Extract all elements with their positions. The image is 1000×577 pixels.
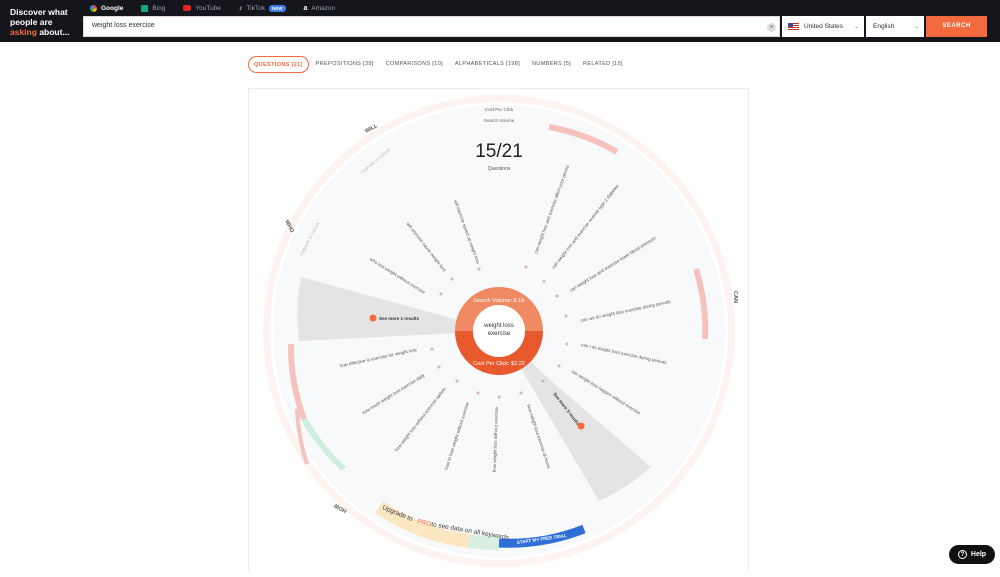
- questions-count: 15/21: [475, 141, 523, 162]
- brand-tagline[interactable]: Discover what people are asking about...: [10, 7, 78, 37]
- tab-numbers[interactable]: NUMBERS [5]: [527, 56, 576, 73]
- legend-cost-per-click: Cost Per Click: [485, 107, 514, 112]
- engine-tiktok[interactable]: ♪ TikTok NEW: [237, 2, 288, 14]
- language-select[interactable]: English ⌄: [866, 16, 924, 37]
- search-button[interactable]: SEARCH: [926, 16, 987, 37]
- engine-google[interactable]: Google: [88, 2, 125, 14]
- engine-bing-label: Bing: [152, 4, 166, 12]
- language-select-value: English: [873, 23, 895, 30]
- legend-search-volume: Search Volume: [484, 118, 515, 123]
- question-mark-icon: ?: [957, 550, 967, 559]
- engine-google-label: Google: [101, 4, 124, 12]
- tiktok-icon: ♪: [238, 4, 243, 12]
- help-button[interactable]: ? Help: [949, 545, 995, 564]
- tab-questions[interactable]: QUESTIONS [21]: [248, 56, 309, 73]
- engine-bing[interactable]: Bing: [139, 2, 167, 14]
- tab-related[interactable]: RELATED [15]: [578, 56, 628, 73]
- center-term-line-2: exercise: [488, 331, 511, 337]
- youtube-icon: [183, 5, 192, 11]
- brand-line-1: Discover what: [10, 7, 68, 17]
- search-input-value: weight loss exercise: [92, 22, 155, 29]
- engine-tiktok-label: TikTok: [246, 4, 265, 12]
- google-icon: [90, 4, 97, 12]
- see-more-icon: [369, 314, 377, 322]
- engine-amazon-label: Amazon: [311, 4, 336, 12]
- new-badge: NEW: [269, 4, 286, 12]
- clear-icon[interactable]: ×: [767, 23, 776, 32]
- cost-per-click-label: Cost Per Click: $2.22: [473, 361, 525, 367]
- questions-wheel-panel: weight loss exercise Search Volume: 8.1K…: [248, 88, 749, 571]
- country-select[interactable]: United States ⌄: [782, 16, 864, 37]
- chevron-down-icon: ⌄: [913, 24, 919, 30]
- country-select-value: United States: [804, 23, 844, 30]
- upgrade-band-green: [468, 534, 500, 551]
- tab-alphabeticals[interactable]: ALPHABETICALS [198]: [450, 56, 525, 73]
- group-label-can: CAN: [732, 291, 738, 303]
- see-more-left[interactable]: See more 1 results: [379, 316, 420, 321]
- brand-asking: asking: [10, 27, 37, 37]
- brand-line-3: about...: [39, 27, 70, 37]
- bing-icon: [141, 4, 149, 12]
- questions-wheel: weight loss exercise Search Volume: 8.1K…: [263, 95, 738, 567]
- engine-youtube[interactable]: YouTube: [181, 2, 223, 14]
- search-volume-label: Search Volume: 8.1K: [473, 298, 525, 304]
- tab-prepositions[interactable]: PREPOSITIONS [39]: [311, 56, 379, 73]
- questions-count-label: Questions: [488, 166, 511, 172]
- search-engine-tabs: Google Bing YouTube ♪ TikTok NEW a Amazo…: [88, 2, 337, 14]
- brand-line-2: people are: [10, 17, 53, 27]
- result-type-tabs: QUESTIONS [21] PREPOSITIONS [39] COMPARI…: [248, 56, 628, 73]
- amazon-icon: a: [303, 4, 308, 12]
- search-input[interactable]: weight loss exercise ×: [83, 16, 780, 37]
- engine-amazon[interactable]: a Amazon: [302, 2, 338, 14]
- chevron-down-icon: ⌄: [853, 24, 859, 30]
- engine-youtube-label: YouTube: [195, 4, 221, 12]
- see-more-icon: [577, 422, 585, 430]
- us-flag-icon: [788, 23, 799, 30]
- center-term-line-1: weight loss: [483, 323, 514, 329]
- top-bar: Discover what people are asking about...…: [0, 0, 1000, 42]
- help-button-label: Help: [970, 551, 987, 558]
- tab-comparisons[interactable]: COMPARISONS [10]: [381, 56, 448, 73]
